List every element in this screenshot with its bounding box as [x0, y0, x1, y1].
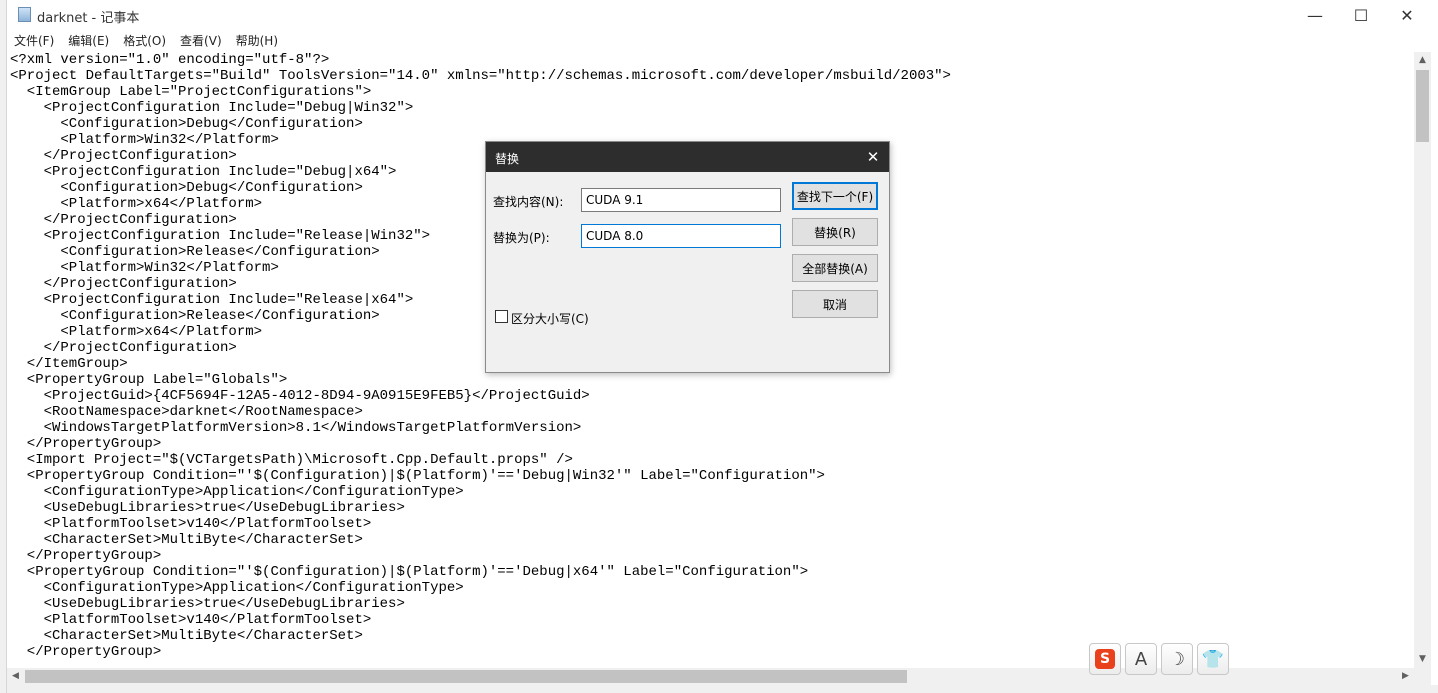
- scroll-up-icon[interactable]: ▲: [1414, 52, 1431, 69]
- skin-button[interactable]: 👕: [1197, 643, 1229, 675]
- horizontal-scroll-thumb[interactable]: [25, 670, 907, 683]
- replace-input[interactable]: [581, 224, 781, 248]
- find-label: 查找内容(N):: [493, 195, 564, 209]
- editor-line[interactable]: <ConfigurationType>Application</Configur…: [10, 484, 1414, 500]
- editor-line[interactable]: <ProjectConfiguration Include="Debug|Win…: [10, 100, 1414, 116]
- scrollbar-corner: [1414, 668, 1431, 685]
- font-icon: A: [1134, 648, 1148, 670]
- replace-button[interactable]: 替换(R): [792, 218, 878, 246]
- sogou-button[interactable]: S: [1089, 643, 1121, 675]
- menu-edit[interactable]: 编辑(E): [61, 31, 116, 51]
- scroll-right-icon[interactable]: ▶: [1397, 668, 1414, 685]
- editor-line[interactable]: <ConfigurationType>Application</Configur…: [10, 580, 1414, 596]
- editor-line[interactable]: <Project DefaultTargets="Build" ToolsVer…: [10, 68, 1414, 84]
- night-mode-button[interactable]: ☽: [1161, 643, 1193, 675]
- minimize-button[interactable]: —: [1292, 0, 1338, 31]
- sogou-logo-icon: S: [1095, 649, 1115, 669]
- menu-format[interactable]: 格式(O): [116, 31, 173, 51]
- moon-icon: ☽: [1168, 648, 1186, 670]
- dialog-close-icon[interactable]: ✕: [861, 145, 885, 169]
- editor-line[interactable]: </PropertyGroup>: [10, 548, 1414, 564]
- editor-line[interactable]: <WindowsTargetPlatformVersion>8.1</Windo…: [10, 420, 1414, 436]
- editor-line[interactable]: <?xml version="1.0" encoding="utf-8"?>: [10, 52, 1414, 68]
- editor-line[interactable]: </PropertyGroup>: [10, 436, 1414, 452]
- editor-line[interactable]: <PlatformToolset>v140</PlatformToolset>: [10, 516, 1414, 532]
- vertical-scrollbar[interactable]: ▲ ▼: [1414, 52, 1431, 668]
- vertical-scroll-thumb[interactable]: [1416, 70, 1429, 142]
- maximize-button[interactable]: ☐: [1338, 0, 1384, 31]
- title-bar[interactable]: darknet - 记事本 — ☐ ✕: [7, 0, 1438, 31]
- font-button[interactable]: A: [1125, 643, 1157, 675]
- scroll-down-icon[interactable]: ▼: [1414, 651, 1431, 668]
- find-input[interactable]: [581, 188, 781, 212]
- dialog-title: 替换: [495, 152, 520, 166]
- window-title: darknet - 记事本: [37, 11, 140, 26]
- ime-toolbar: S A ☽ 👕: [1089, 643, 1229, 677]
- match-case-label[interactable]: 区分大小写(C): [511, 310, 589, 327]
- dialog-title-bar[interactable]: 替换 ✕: [486, 142, 889, 172]
- shirt-icon: 👕: [1201, 648, 1225, 670]
- menu-bar: 文件(F) 编辑(E) 格式(O) 查看(V) 帮助(H): [7, 31, 1438, 51]
- minimize-icon: —: [1307, 6, 1323, 25]
- editor-line[interactable]: <PropertyGroup Condition="'$(Configurati…: [10, 468, 1414, 484]
- editor-line[interactable]: <Import Project="$(VCTargetsPath)\Micros…: [10, 452, 1414, 468]
- close-button[interactable]: ✕: [1384, 0, 1430, 31]
- editor-line[interactable]: <UseDebugLibraries>true</UseDebugLibrari…: [10, 500, 1414, 516]
- menu-help[interactable]: 帮助(H): [229, 31, 285, 51]
- menu-file[interactable]: 文件(F): [7, 31, 61, 51]
- editor-line[interactable]: <Configuration>Debug</Configuration>: [10, 116, 1414, 132]
- close-icon: ✕: [1400, 6, 1414, 25]
- scroll-left-icon[interactable]: ◀: [7, 668, 24, 685]
- editor-line[interactable]: <PropertyGroup Condition="'$(Configurati…: [10, 564, 1414, 580]
- cancel-button[interactable]: 取消: [792, 290, 878, 318]
- window-bottom-edge: [7, 685, 1438, 693]
- replace-all-button[interactable]: 全部替换(A): [792, 254, 878, 282]
- replace-dialog: 替换 ✕ 查找内容(N): 替换为(P): 查找下一个(F) 替换(R) 全部替…: [485, 141, 890, 373]
- maximize-icon: ☐: [1353, 6, 1369, 25]
- background-window-edge: [0, 0, 7, 693]
- menu-view[interactable]: 查看(V): [173, 31, 229, 51]
- editor-line[interactable]: <ItemGroup Label="ProjectConfigurations"…: [10, 84, 1414, 100]
- editor-line[interactable]: <PlatformToolset>v140</PlatformToolset>: [10, 612, 1414, 628]
- editor-line[interactable]: <UseDebugLibraries>true</UseDebugLibrari…: [10, 596, 1414, 612]
- editor-line[interactable]: <CharacterSet>MultiByte</CharacterSet>: [10, 532, 1414, 548]
- editor-line[interactable]: <CharacterSet>MultiByte</CharacterSet>: [10, 628, 1414, 644]
- editor-line[interactable]: <PropertyGroup Label="Globals">: [10, 372, 1414, 388]
- find-next-button[interactable]: 查找下一个(F): [792, 182, 878, 210]
- match-case-checkbox[interactable]: [495, 310, 508, 323]
- notepad-icon: [18, 7, 31, 22]
- editor-line[interactable]: <RootNamespace>darknet</RootNamespace>: [10, 404, 1414, 420]
- editor-line[interactable]: <ProjectGuid>{4CF5694F-12A5-4012-8D94-9A…: [10, 388, 1414, 404]
- replace-label: 替换为(P):: [493, 231, 550, 245]
